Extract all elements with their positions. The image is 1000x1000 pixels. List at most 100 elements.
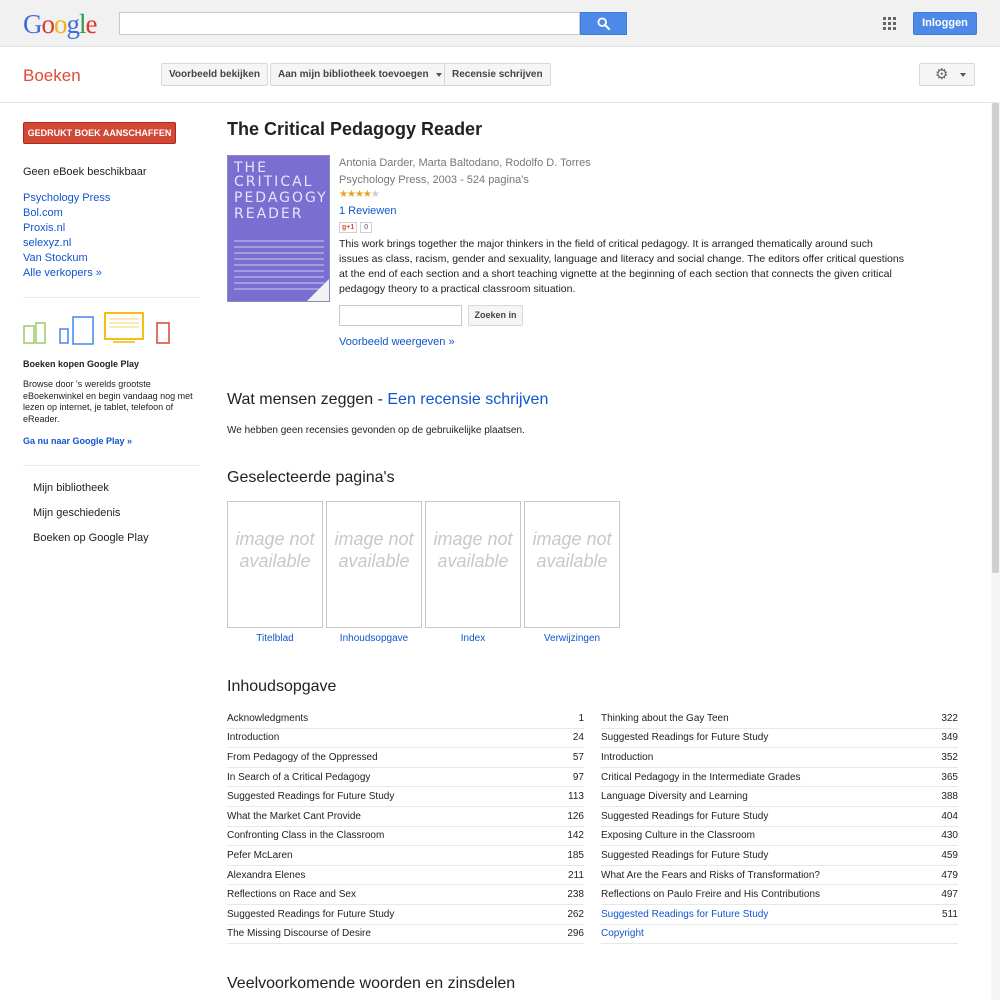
book-authors: Antonia Darder, Marta Baltodano, Rodolfo…: [339, 157, 591, 169]
page-thumbnail-label[interactable]: Titelblad: [227, 633, 323, 644]
search-button[interactable]: [580, 12, 627, 35]
login-button[interactable]: Inloggen: [913, 12, 977, 35]
search-inside-input[interactable]: [339, 305, 462, 326]
toc-item-page: 497: [941, 889, 958, 901]
scrollbar[interactable]: [991, 103, 1000, 1000]
page-thumbnail-label[interactable]: Index: [425, 633, 521, 644]
toc-item[interactable]: Introduction 352: [601, 748, 958, 768]
toc-item[interactable]: Thinking about the Gay Teen 322: [601, 709, 958, 729]
chevron-down-icon: [960, 73, 966, 77]
add-to-library-label: Aan mijn bibliotheek toevoegen: [278, 69, 429, 80]
reviews-link[interactable]: 1 Reviewen: [339, 205, 396, 217]
seller-item: Van Stockum: [23, 251, 110, 266]
toc-item[interactable]: From Pedagogy of the Oppressed 57: [227, 748, 584, 768]
toc-item[interactable]: Confronting Class in the Classroom 142: [227, 827, 584, 847]
toc-item[interactable]: Exposing Culture in the Classroom 430: [601, 827, 958, 847]
seller-link[interactable]: Alle verkopers »: [23, 267, 102, 279]
page-thumbnail[interactable]: image not available: [227, 501, 323, 628]
star-icon: ★: [354, 189, 364, 200]
toc-item-title: What Are the Fears and Risks of Transfor…: [601, 869, 820, 881]
search-inside-button[interactable]: Zoeken in: [468, 305, 523, 326]
toc-item[interactable]: Reflections on Paulo Freire and His Cont…: [601, 885, 958, 905]
left-nav-item[interactable]: Mijn bibliotheek: [33, 482, 149, 507]
page-thumbnail[interactable]: image not available: [326, 501, 422, 628]
toc-item-title: What the Market Cant Provide: [227, 810, 361, 822]
toc-item-page: 404: [941, 810, 958, 822]
seller-link[interactable]: selexyz.nl: [23, 237, 71, 249]
seller-link[interactable]: Psychology Press: [23, 192, 110, 204]
gear-icon: ⚙: [935, 66, 949, 83]
toc-item-page: 97: [572, 771, 584, 783]
logo-letter: e: [85, 9, 98, 39]
toc-item-page: 57: [572, 751, 584, 763]
toc-item[interactable]: Suggested Readings for Future Study 511: [601, 905, 958, 925]
left-nav: Mijn bibliotheek Mijn geschiedenis Boeken …: [33, 482, 149, 557]
toc-item[interactable]: Language Diversity and Learning 388: [601, 787, 958, 807]
toc-item[interactable]: Pefer McLaren 185: [227, 846, 584, 866]
page-thumbnail[interactable]: image not available: [425, 501, 521, 628]
toc-list-left: Acknowledgments 1 Introduction 24 From Pedag…: [227, 709, 584, 945]
toc-item[interactable]: Suggested Readings for Future Study 459: [601, 846, 958, 866]
toc-item[interactable]: What the Market Cant Provide 126: [227, 807, 584, 827]
toc-item-page: 511: [942, 908, 958, 920]
buy-print-book-button[interactable]: GEDRUKT BOEK AANSCHAFFEN: [23, 122, 176, 144]
toc-item-title: Suggested Readings for Future Study: [601, 810, 769, 822]
toc-item[interactable]: Suggested Readings for Future Study 113: [227, 787, 584, 807]
add-to-library-button[interactable]: Aan mijn bibliotheek toevoegen: [270, 63, 450, 86]
no-ebook-text: Geen eBoek beschikbaar: [23, 166, 147, 178]
toc-item[interactable]: Suggested Readings for Future Study 262: [227, 905, 584, 925]
toc-item-title: Suggested Readings for Future Study: [601, 908, 769, 920]
search-icon: [597, 17, 610, 30]
toc-item-title: Introduction: [601, 751, 654, 763]
toc-item-page: 211: [568, 869, 584, 881]
toc-item[interactable]: Copyright: [601, 925, 958, 945]
toc-item[interactable]: The Missing Discourse of Desire 296: [227, 925, 584, 945]
toc-item[interactable]: Reflections on Race and Sex 238: [227, 885, 584, 905]
toc-item-title: Confronting Class in the Classroom: [227, 830, 385, 842]
page-thumbnail[interactable]: image not available: [524, 501, 620, 628]
apps-grid-icon[interactable]: [883, 17, 896, 30]
seller-link[interactable]: Proxis.nl: [23, 222, 65, 234]
left-nav-item[interactable]: Boeken op Google Play: [33, 532, 149, 557]
write-review-button[interactable]: Recensie schrijven: [444, 63, 551, 86]
toc-heading: Inhoudsopgave: [227, 678, 337, 695]
seller-link[interactable]: Van Stockum: [23, 252, 88, 264]
google-plus-one[interactable]: g+1 0: [339, 222, 373, 233]
toc-item[interactable]: What Are the Fears and Risks of Transfor…: [601, 866, 958, 886]
settings-button[interactable]: ⚙: [919, 63, 975, 86]
page-thumbnail-label[interactable]: Verwijzingen: [524, 633, 620, 644]
google-play-link[interactable]: Ga nu naar Google Play »: [23, 436, 132, 446]
left-nav-item[interactable]: Mijn geschiedenis: [33, 507, 149, 532]
toc-item[interactable]: Acknowledgments 1: [227, 709, 584, 729]
toc-item-page: 430: [941, 830, 958, 842]
show-preview-link[interactable]: Voorbeeld weergeven »: [339, 336, 455, 348]
book-title: The Critical Pedagogy Reader: [227, 119, 483, 139]
page-thumbnail-label[interactable]: Inhoudsopgave: [326, 633, 422, 644]
toc-item-title: From Pedagogy of the Oppressed: [227, 751, 378, 763]
toc-item[interactable]: Suggested Readings for Future Study 404: [601, 807, 958, 827]
image-not-available: image not available: [235, 529, 315, 571]
toc-item[interactable]: Alexandra Elenes 211: [227, 866, 584, 886]
toc-item-page: 352: [941, 751, 958, 763]
google-logo[interactable]: Google: [23, 9, 97, 39]
reviews-heading: Wat mensen zeggen - Een recensie schrijv…: [227, 391, 548, 409]
toc-item-page: 142: [567, 830, 584, 842]
plus-one-button[interactable]: g+1: [339, 222, 358, 233]
toc-item-title: Suggested Readings for Future Study: [227, 791, 395, 803]
toc-item-title: Introduction: [227, 732, 280, 744]
toc-item-title: Suggested Readings for Future Study: [601, 732, 769, 744]
toc-item[interactable]: Introduction 24: [227, 729, 584, 749]
toc-item-title: The Missing Discourse of Desire: [227, 928, 371, 940]
toc-item[interactable]: Suggested Readings for Future Study 349: [601, 729, 958, 749]
toc-item-page: 479: [941, 869, 958, 881]
seller-link[interactable]: Bol.com: [23, 207, 63, 219]
toc-item[interactable]: In Search of a Critical Pedagogy 97: [227, 768, 584, 788]
preview-button[interactable]: Voorbeeld bekijken: [161, 63, 268, 86]
write-review-link[interactable]: Een recensie schrijven: [387, 391, 548, 408]
toc-item[interactable]: Critical Pedagogy in the Intermediate Gr…: [601, 768, 958, 788]
toc-item-title: Language Diversity and Learning: [601, 791, 748, 803]
search-input[interactable]: [119, 12, 580, 35]
scrollbar-thumb[interactable]: [992, 103, 999, 573]
section-title[interactable]: Boeken: [23, 66, 81, 86]
book-cover[interactable]: THE CRITICAL PEDAGOGY READER: [227, 155, 330, 302]
